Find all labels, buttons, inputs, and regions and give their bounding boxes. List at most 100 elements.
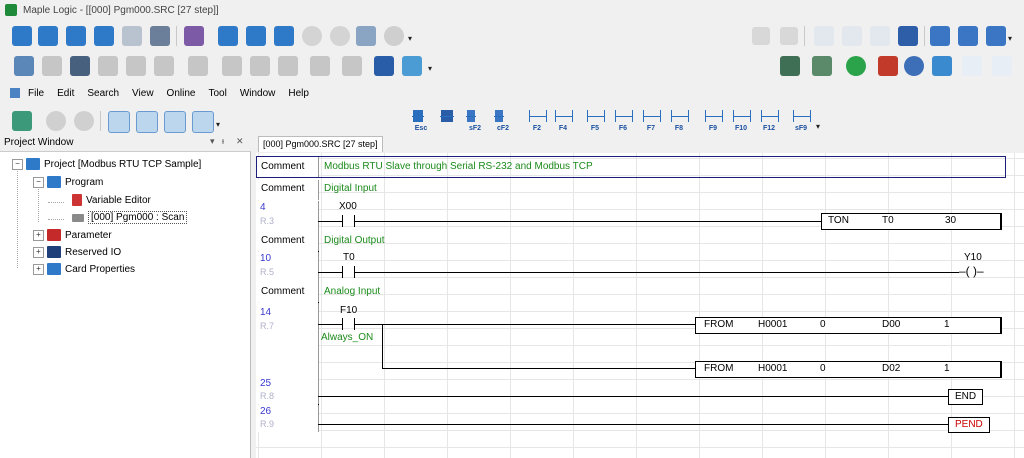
tree-parameter[interactable]: + Parameter (33, 229, 112, 241)
inverted-coil-icon[interactable]: F10 (730, 110, 752, 132)
collapse-icon[interactable]: − (12, 158, 23, 170)
edit-icon[interactable] (898, 26, 918, 46)
cut-icon[interactable] (814, 26, 834, 46)
parallel-branch-icon[interactable]: sF9 (790, 110, 812, 132)
transfer-icon[interactable] (70, 56, 90, 76)
horizontal-wire-icon[interactable]: F2 (526, 110, 548, 132)
expand-icon[interactable]: + (33, 263, 44, 275)
nc-contact-icon[interactable]: F6 (612, 110, 634, 132)
comment-row[interactable]: Comment Analog Input (256, 284, 1024, 302)
tree-project[interactable]: − Project [Modbus RTU TCP Sample] (12, 158, 201, 170)
module-icon[interactable] (878, 56, 898, 76)
vertical-wire-icon[interactable]: F4 (552, 110, 574, 132)
from-instruction[interactable]: FROM H0001 0 D02 1 (695, 361, 1002, 378)
tree-reserved-io[interactable]: + Reserved IO (33, 246, 121, 258)
pause-icon[interactable] (278, 56, 298, 76)
find-icon[interactable] (46, 111, 66, 131)
panel-menu-icon[interactable]: ▾ (210, 136, 215, 147)
close-project-icon[interactable] (94, 26, 114, 46)
replace-icon[interactable] (74, 111, 94, 131)
falling-edge-icon[interactable]: F8 (668, 110, 690, 132)
pin-icon[interactable]: ᵻ (222, 136, 224, 146)
variable-view-icon[interactable] (136, 111, 158, 133)
ton-instruction[interactable]: TON T0 30 (821, 213, 1002, 230)
document-icon[interactable] (992, 56, 1012, 76)
redo-icon[interactable] (780, 27, 798, 45)
menu-edit[interactable]: Edit (57, 88, 74, 99)
delete-line-icon[interactable]: cF2 (492, 110, 514, 132)
compare-icon[interactable] (14, 56, 34, 76)
save-all-icon[interactable] (150, 26, 170, 46)
document-menu-icon[interactable] (10, 88, 20, 98)
tree-card-properties[interactable]: + Card Properties (33, 263, 135, 275)
trend-chart-icon[interactable] (962, 56, 982, 76)
io-config-icon[interactable] (812, 56, 832, 76)
no-contact-icon[interactable]: F5 (584, 110, 606, 132)
rung-14[interactable]: 14 R.7 F10 Always_ON FROM H0001 0 D00 1 … (256, 303, 1024, 378)
comment-view-icon[interactable] (164, 111, 186, 133)
expand-icon[interactable]: + (33, 229, 44, 241)
gear-icon[interactable] (302, 26, 322, 46)
expand-icon[interactable]: + (33, 246, 44, 258)
collapse-icon[interactable]: − (33, 176, 44, 188)
align-options-icon[interactable] (986, 26, 1006, 46)
program-up-icon[interactable] (274, 26, 294, 46)
add-program-icon[interactable] (218, 26, 238, 46)
select-tool-icon[interactable]: Esc (410, 110, 432, 132)
calculator-icon[interactable] (932, 56, 952, 76)
tree-variable-editor[interactable]: Variable Editor (72, 194, 151, 206)
upload-icon[interactable] (126, 56, 146, 76)
settings-icon[interactable] (330, 26, 350, 46)
menu-view[interactable]: View (132, 88, 154, 99)
menu-search[interactable]: Search (87, 88, 119, 99)
paste-icon[interactable] (870, 26, 890, 46)
rung-10[interactable]: 10 R.5 T0 Y10 –( )– (256, 252, 1024, 284)
menu-tool[interactable]: Tool (208, 88, 226, 99)
function-block-icon[interactable]: F12 (758, 110, 780, 132)
save-project-icon[interactable] (66, 26, 86, 46)
save-icon[interactable] (122, 26, 142, 46)
output-coil[interactable]: –( )– (959, 264, 984, 278)
dropdown-arrow-icon[interactable]: ▾ (408, 34, 412, 43)
align-left-icon[interactable] (930, 26, 950, 46)
rising-edge-icon[interactable]: F7 (640, 110, 662, 132)
contact-view-icon[interactable] (108, 111, 130, 133)
new-project-icon[interactable] (12, 26, 32, 46)
pend-instruction[interactable]: PEND (948, 417, 990, 433)
rung-26[interactable]: 26 R.9 PEND (256, 405, 1024, 433)
comment-row[interactable]: Comment Digital Output (256, 233, 1024, 251)
ladder-editor[interactable]: Comment Modbus RTU Slave through Serial … (256, 153, 1024, 458)
monitor-icon[interactable] (188, 56, 208, 76)
dropdown-arrow-icon[interactable]: ▾ (216, 120, 220, 129)
dropdown-arrow-icon[interactable]: ▾ (1008, 34, 1012, 43)
diff-icon[interactable] (42, 56, 62, 76)
menu-online[interactable]: Online (167, 88, 196, 99)
close-icon[interactable]: ✕ (236, 136, 244, 147)
open-project-icon[interactable] (38, 26, 58, 46)
coil-icon[interactable]: F9 (702, 110, 724, 132)
run-icon[interactable] (222, 56, 242, 76)
dropdown-arrow-icon[interactable]: ▾ (428, 64, 432, 73)
verify-icon[interactable] (154, 56, 174, 76)
tree-pgm000[interactable]: [000] Pgm000 : Scan (72, 211, 188, 224)
tab-pgm000[interactable]: [000] Pgm000.SRC [27 step] (258, 136, 383, 152)
copy-icon[interactable] (842, 26, 862, 46)
print-icon[interactable] (356, 26, 376, 46)
info-icon[interactable] (342, 56, 362, 76)
settings-gear-icon[interactable] (904, 56, 924, 76)
tree-program[interactable]: − Program (33, 176, 103, 188)
vc-view-icon[interactable] (192, 111, 214, 133)
menu-window[interactable]: Window (240, 88, 276, 99)
menu-help[interactable]: Help (288, 88, 309, 99)
comment-row[interactable]: Comment Modbus RTU Slave through Serial … (256, 156, 1024, 178)
grid-icon[interactable] (184, 26, 204, 46)
from-instruction[interactable]: FROM H0001 0 D00 1 (695, 317, 1002, 334)
end-instruction[interactable]: END (948, 389, 984, 405)
help-icon[interactable] (384, 26, 404, 46)
insert-line-icon[interactable]: sF2 (464, 110, 486, 132)
network-icon[interactable] (402, 56, 422, 76)
online-icon[interactable] (374, 56, 394, 76)
pen-tool-icon[interactable] (438, 110, 460, 132)
menu-file[interactable]: File (28, 88, 44, 99)
align-center-icon[interactable] (958, 26, 978, 46)
